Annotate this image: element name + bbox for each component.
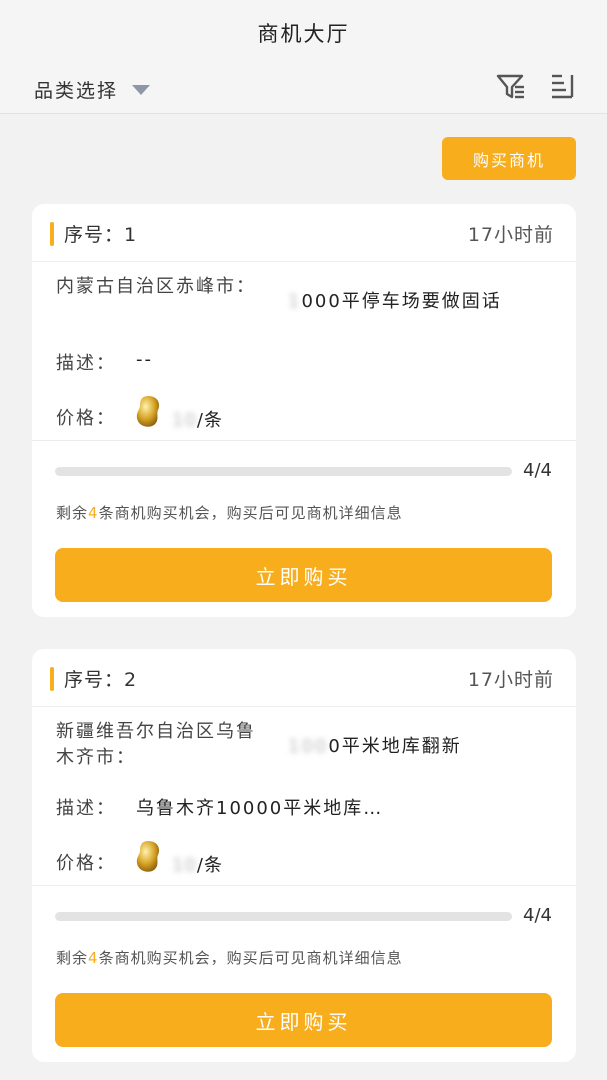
description-value: -- <box>136 349 153 370</box>
filter-icon[interactable] <box>496 72 526 102</box>
lead-region: 新疆维吾尔自治区乌鲁木齐市： <box>56 721 256 768</box>
price-value: 10/条 <box>172 855 223 876</box>
description-value: 乌鲁木齐10000平米地库… <box>136 798 384 819</box>
accent-bar <box>50 667 54 691</box>
remaining-info: 剩余4条商机购买机会，购买后可见商机详细信息 <box>56 949 403 967</box>
category-select-label: 品类选择 <box>34 80 119 102</box>
lead-headline: 1000平停车场要做固话 <box>288 291 502 312</box>
description-label: 描述： <box>56 798 116 819</box>
progress-fill <box>55 467 512 476</box>
price-value: 10/条 <box>172 410 223 431</box>
sort-list-icon[interactable] <box>550 72 578 102</box>
price-label: 价格： <box>56 853 116 874</box>
buy-now-button[interactable]: 立即购买 <box>55 993 552 1047</box>
card-header: 序号：2 17小时前 <box>32 649 576 707</box>
divider <box>32 440 576 441</box>
gold-bean-icon <box>136 841 160 872</box>
time-ago: 17小时前 <box>467 669 554 691</box>
accent-bar <box>50 222 54 246</box>
description-label: 描述： <box>56 353 116 374</box>
serial-number: 序号：1 <box>64 224 138 246</box>
lead-region: 内蒙古自治区赤峰市： <box>56 276 256 297</box>
lead-card[interactable]: 序号：1 17小时前 内蒙古自治区赤峰市： 1000平停车场要做固话 描述： -… <box>32 204 576 617</box>
buy-leads-button[interactable]: 购买商机 <box>442 137 576 180</box>
category-select[interactable]: 品类选择 <box>34 76 151 103</box>
buy-now-button[interactable]: 立即购买 <box>55 548 552 602</box>
progress-bar <box>55 467 512 476</box>
lead-headline: 1000平米地库翻新 <box>288 736 462 757</box>
page-title: 商机大厅 <box>257 22 350 46</box>
serial-number: 序号：2 <box>64 669 138 691</box>
card-header: 序号：1 17小时前 <box>32 204 576 262</box>
price-label: 价格： <box>56 408 116 429</box>
gold-bean-icon <box>136 396 160 427</box>
progress-count: 4/4 <box>523 460 552 481</box>
divider <box>32 885 576 886</box>
caret-down-icon <box>132 84 151 95</box>
progress-bar <box>55 912 512 921</box>
progress-count: 4/4 <box>523 905 552 926</box>
remaining-info: 剩余4条商机购买机会，购买后可见商机详细信息 <box>56 504 403 522</box>
lead-card[interactable]: 序号：2 17小时前 新疆维吾尔自治区乌鲁木齐市： 1000平米地库翻新 描述：… <box>32 649 576 1062</box>
progress-fill <box>55 912 512 921</box>
time-ago: 17小时前 <box>467 224 554 246</box>
top-bar: 商机大厅 品类选择 <box>0 0 607 114</box>
